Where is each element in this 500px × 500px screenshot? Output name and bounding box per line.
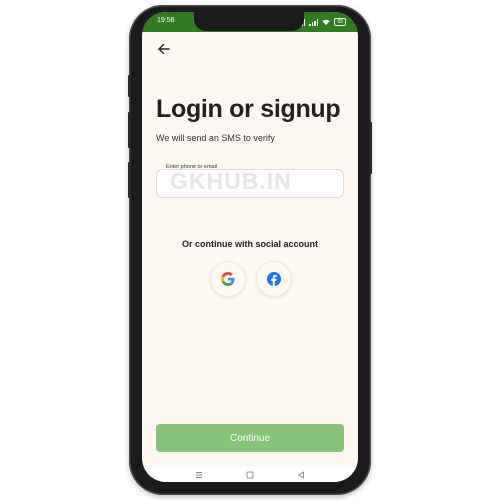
menu-icon[interactable] [193, 469, 205, 481]
phone-screen: 19:56 65 Login or signup We will send an… [142, 12, 358, 482]
page-title: Login or signup [156, 95, 341, 123]
arrow-left-icon [158, 43, 170, 55]
signal-icon-2 [309, 18, 319, 26]
google-icon [221, 272, 235, 286]
volume-down-button [128, 162, 131, 198]
facebook-icon [267, 272, 281, 286]
silent-switch [128, 75, 131, 97]
status-time: 19:56 [157, 17, 175, 24]
facebook-login-button[interactable] [256, 261, 292, 297]
phone-email-input[interactable] [156, 169, 344, 198]
power-button [369, 122, 372, 174]
home-square-icon[interactable] [244, 469, 256, 481]
volume-up-button [128, 112, 131, 148]
continue-button[interactable]: Continue [156, 424, 344, 452]
google-login-button[interactable] [210, 261, 246, 297]
page-subtitle: We will send an SMS to verify [156, 133, 275, 143]
camera-notch [194, 12, 304, 31]
back-triangle-icon[interactable] [295, 469, 307, 481]
social-prompt: Or continue with social account [181, 239, 319, 249]
android-navigation-bar [142, 467, 358, 482]
battery-icon: 65 [334, 18, 346, 26]
wifi-icon [322, 19, 331, 25]
back-button[interactable] [154, 39, 174, 59]
